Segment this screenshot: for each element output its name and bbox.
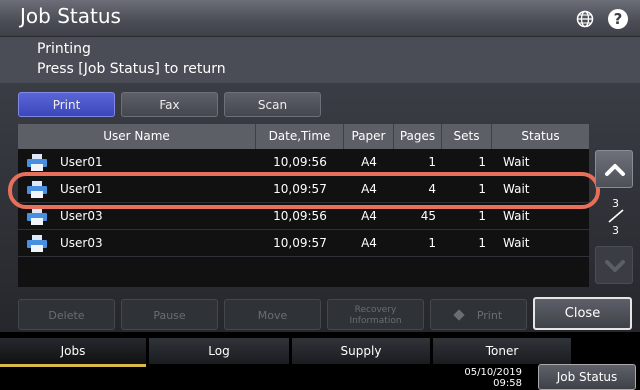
clock-time: 09:58 [493,378,522,389]
pause-button[interactable]: Pause [121,299,218,330]
cell-pages: 1 [428,236,436,250]
chevron-up-icon [605,164,625,176]
col-user-name: User Name [18,124,256,149]
close-button[interactable]: Close [533,297,632,330]
scroll-up-button[interactable] [595,150,633,188]
active-tab-underline [0,364,146,367]
status-line-2: Press [Job Status] to return [37,61,226,77]
printer-icon [27,154,47,171]
help-icon[interactable]: ? [608,9,628,29]
printer-icon [27,235,47,252]
tab-scan[interactable]: Scan [224,92,321,117]
col-sets: Sets [442,124,492,149]
scroll-down-button[interactable] [595,246,633,284]
tab-jobs[interactable]: Jobs [0,338,146,364]
slash-divider [608,209,624,223]
cell-user: User03 [60,236,103,250]
title-bar: Job Status ? [0,0,640,37]
tab-toner[interactable]: Toner [433,338,571,364]
cell-paper: A4 [361,236,377,250]
tab-fax[interactable]: Fax [121,92,218,117]
cell-datetime: 10,09:57 [273,236,327,250]
page-title: Job Status [20,4,121,28]
tab-supply[interactable]: Supply [292,338,430,364]
clock-date: 05/10/2019 [464,367,522,378]
recovery-information-button[interactable]: Recovery Information [327,299,424,330]
table-header: User Name Date,Time Paper Pages Sets Sta… [18,124,589,149]
chevron-down-icon [605,260,625,272]
printer-icon [27,208,47,225]
tab-log[interactable]: Log [149,338,289,364]
col-paper: Paper [344,124,394,149]
cell-sets: 1 [478,236,486,250]
cell-status: Wait [503,236,530,250]
clock: 05/10/2019 09:58 [462,367,522,389]
diamond-icon [453,309,465,321]
page-total: 3 [612,224,619,237]
recovery-label-line2: Information [349,316,402,326]
print-label: Print [476,309,503,322]
print-button[interactable]: Print [430,299,527,330]
col-date-time: Date,Time [256,124,344,149]
tab-print[interactable]: Print [18,92,115,117]
status-message: Printing Press [Job Status] to return [0,37,640,83]
job-status-button[interactable]: Job Status [538,364,636,390]
table-row-empty [18,257,589,287]
table-row[interactable]: User03 10,09:57 A4 1 1 Wait [18,230,589,257]
row-highlight-outline [8,172,600,209]
delete-button[interactable]: Delete [18,299,115,330]
col-status: Status [521,129,560,143]
globe-icon[interactable] [576,10,594,28]
recovery-label-line1: Recovery [354,305,397,315]
col-pages: Pages [394,124,442,149]
status-line-1: Printing [37,41,91,57]
move-button[interactable]: Move [224,299,321,330]
